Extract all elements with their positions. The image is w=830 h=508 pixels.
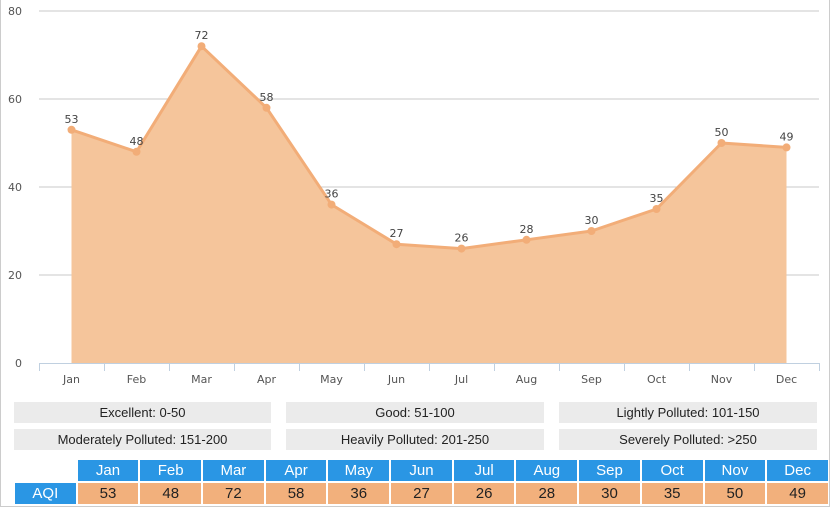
x-tick-label: Jan [62,373,80,386]
x-axis: Jan Feb Mar Apr May Jun Jul Aug Sep Oct Nov Dec [39,363,820,386]
table-value-cell: 49 [767,483,828,504]
data-label: 35 [650,192,664,205]
table-month-header: Jul [453,460,515,481]
table-month-header: Nov [704,460,766,481]
data-point [522,235,531,244]
table-value-cell: 53 [77,483,139,504]
legend-severely-polluted: Severely Polluted: >250 [559,429,817,450]
x-tick-label: Jul [454,373,468,386]
x-tick-label: May [320,373,343,386]
table-month-header: Apr [265,460,327,481]
legend-moderately-polluted: Moderately Polluted: 151-200 [14,429,271,450]
table-month-header: Jun [391,460,452,481]
x-tick-label: Apr [257,373,277,386]
x-tick-label: Feb [127,373,146,386]
legend-excellent: Excellent: 0-50 [14,402,271,423]
table-value-cell: 50 [704,483,766,504]
data-label: 30 [585,214,599,227]
legend-good: Good: 51-100 [286,402,544,423]
data-label: 48 [130,135,144,148]
table-month-header: Aug [516,460,578,481]
legend-heavily-polluted: Heavily Polluted: 201-250 [286,429,544,450]
table-month-header: Feb [140,460,202,481]
data-label: 72 [195,29,209,42]
table-value-cell: 28 [516,483,578,504]
table-value-row: AQI 53 48 72 58 36 27 26 28 30 35 50 49 [15,483,828,504]
area-series [67,42,791,363]
data-point [587,227,596,235]
table-corner [15,460,76,481]
aqi-table: Jan Feb Mar Apr May Jun Jul Aug Sep Oct Nov Dec AQI… [13,458,830,506]
data-label: 49 [780,130,794,143]
data-point [67,125,76,134]
table-month-header: Mar [203,460,264,481]
table-value-cell: 27 [391,483,452,504]
data-point [392,240,401,249]
x-tick-label: Jun [387,373,405,386]
table-value-cell: 26 [453,483,515,504]
y-tick-label: 80 [8,5,22,18]
legend-lightly-polluted: Lightly Polluted: 101-150 [559,402,817,423]
table-value-cell: 58 [265,483,327,504]
data-label: 27 [390,227,404,240]
table-value-cell: 72 [203,483,264,504]
y-tick-label: 0 [15,357,22,370]
x-tick-label: Oct [647,373,667,386]
table-month-header: Jan [77,460,139,481]
data-label: 28 [520,223,534,236]
y-axis-ticks: 0 20 40 60 80 [8,5,22,370]
x-tick-label: Aug [516,373,537,386]
y-tick-label: 20 [8,269,22,282]
data-label: 50 [715,126,729,139]
table-header-row: Jan Feb Mar Apr May Jun Jul Aug Sep Oct Nov Dec [15,460,828,481]
data-point [262,103,271,112]
y-tick-label: 60 [8,93,22,106]
table-value-cell: 48 [140,483,202,504]
table-month-header: Oct [641,460,703,481]
data-point [717,139,726,147]
y-tick-label: 40 [8,181,22,194]
table-month-header: Sep [579,460,640,481]
data-label: 53 [65,113,79,126]
data-point [197,42,206,51]
data-point [652,205,661,213]
data-point [457,244,466,253]
row-label-aqi: AQI [15,483,76,504]
aqi-area-chart: 0 20 40 60 80 Jan Feb Mar Apr May Jun Jul Aug Sep Oct… [8,5,820,386]
table-value-cell: 36 [328,483,390,504]
data-point [782,143,791,152]
x-tick-label: Mar [191,373,212,386]
table-month-header: Dec [767,460,828,481]
data-label: 26 [455,232,469,245]
table-month-header: May [328,460,390,481]
x-tick-label: Dec [776,373,797,386]
table-value-cell: 35 [641,483,703,504]
x-tick-label: Nov [711,373,733,386]
x-tick-label: Sep [581,373,602,386]
data-label: 58 [260,91,274,104]
data-point [132,147,141,156]
data-point [327,200,336,209]
data-label: 36 [325,188,339,201]
area-fill [71,46,787,363]
table-value-cell: 30 [579,483,640,504]
